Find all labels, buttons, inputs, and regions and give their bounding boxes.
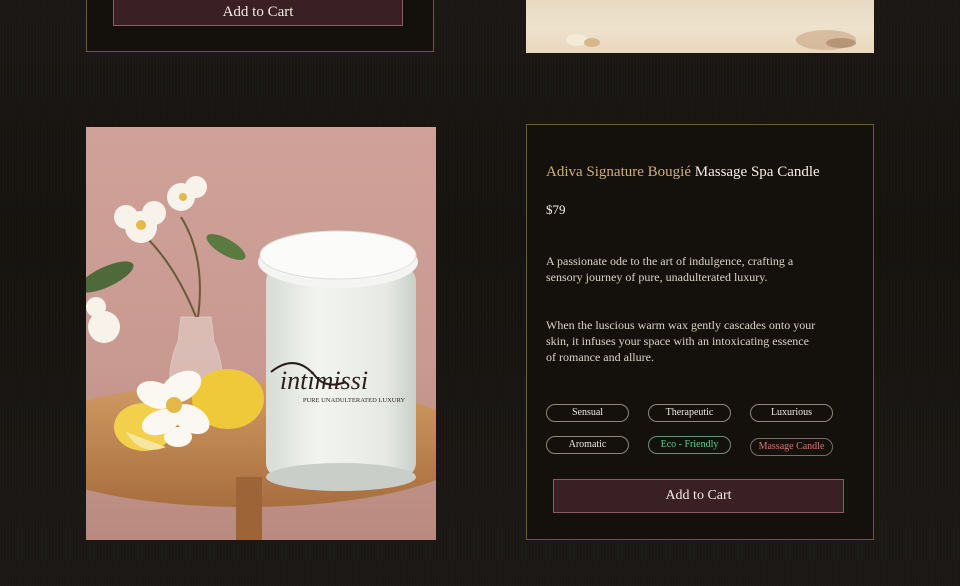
candle-photo: intimissi PURE UNADULTERATED LUXURY [86, 176, 436, 540]
logo-tagline: PURE UNADULTERATED LUXURY [303, 397, 406, 404]
tag-therapeutic[interactable]: Therapeutic [648, 404, 731, 422]
tag-massage-candle[interactable]: Massage Candle [750, 438, 833, 456]
add-to-cart-button-previous[interactable]: Add to Cart [113, 0, 403, 26]
product-image-previous [526, 0, 874, 53]
add-to-cart-button[interactable]: Add to Cart [553, 479, 844, 513]
product-image: intimissi PURE UNADULTERATED LUXURY [86, 127, 436, 540]
description-paragraph: When the luscious warm wax gently cascad… [546, 318, 816, 364]
tag-aromatic[interactable]: Aromatic [546, 436, 629, 454]
description-paragraph: A passionate ode to the art of indulgenc… [546, 254, 794, 284]
logo-text: intimissi [280, 366, 368, 395]
product-brand: Adiva Signature Bougié [546, 164, 691, 180]
product-title: Adiva Signature Bougié Massage Spa Candl… [546, 164, 866, 181]
tag-luxurious[interactable]: Luxurious [750, 404, 833, 422]
tag-sensual[interactable]: Sensual [546, 404, 629, 422]
product-name: Massage Spa Candle [694, 164, 820, 180]
tag-eco-friendly[interactable]: Eco - Friendly [648, 436, 731, 454]
product-price: $79 [546, 202, 566, 217]
